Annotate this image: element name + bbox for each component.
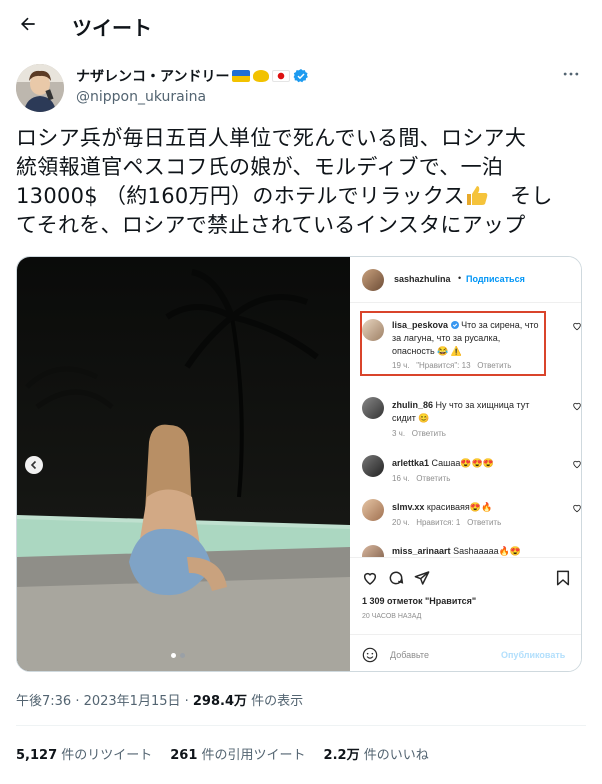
ig-comment-time: 20 ч. [392, 518, 410, 527]
ig-actions: 1 309 отметок "Нравится" 20 ЧАСОВ НАЗАД … [350, 557, 581, 671]
carousel-dots [171, 653, 185, 658]
ig-comment-likes[interactable]: "Нравится": 13 [416, 361, 470, 370]
heart-icon[interactable] [572, 401, 582, 411]
author-name-text: ナザレンコ・アンドリー [76, 69, 230, 85]
heart-icon[interactable] [572, 321, 582, 331]
retweet-count-value: 5,127 [16, 748, 58, 763]
ig-post-user[interactable]: sashazhulina [394, 274, 451, 284]
ig-comment-user[interactable]: slmv.xx [392, 502, 424, 512]
tweet-header: ツイート [0, 0, 602, 50]
tweet-line-text: そし [488, 184, 553, 208]
verified-badge-icon [294, 69, 309, 83]
thumbs-up-icon [466, 186, 488, 205]
heart-icon[interactable] [572, 503, 582, 513]
tweet-media[interactable]: sashazhulina • Подписаться lisa_peskova … [16, 256, 582, 672]
author-handle[interactable]: @nippon_ukuraina [76, 89, 206, 105]
tweet-line: 13000$ （約160万円）のホテルでリラックス そし [16, 182, 586, 211]
view-count: 298.4万 [192, 694, 248, 709]
heart-icon[interactable] [362, 570, 378, 586]
ig-comment-user[interactable]: miss_arinaart [392, 546, 451, 556]
share-icon[interactable] [414, 570, 430, 586]
carousel-dot [180, 653, 185, 658]
ig-comment-text: красиваяя😍🔥 [426, 502, 493, 512]
ig-comment-likes[interactable]: Нравится: 1 [416, 518, 460, 527]
back-arrow-icon[interactable] [16, 12, 40, 36]
ig-reply-button[interactable]: Ответить [416, 474, 450, 483]
ig-post-time: 20 ЧАСОВ НАЗАД [362, 613, 422, 620]
ig-add-comment: Добавьте Опубликовать [350, 634, 581, 671]
quote-count[interactable]: 261 件の引用ツイート [170, 744, 305, 763]
author-avatar[interactable] [16, 64, 64, 112]
page-title: ツイート [72, 16, 152, 40]
ig-comment-time: 3 ч. [392, 429, 406, 438]
ig-comment-body: miss_arinaart Sashaaaaa🔥😍 [392, 545, 552, 557]
ig-comment-time: 19 ч. [392, 361, 410, 370]
ig-comment-avatar[interactable] [362, 319, 384, 341]
emoji-icon[interactable] [362, 647, 378, 663]
like-count-value: 2.2万 [323, 748, 360, 763]
ig-comment-time: 16 ч. [392, 474, 410, 483]
ig-comment-avatar[interactable] [362, 545, 384, 557]
ig-comment: miss_arinaart Sashaaaaa🔥😍 [350, 543, 581, 557]
like-count-label: 件のいいね [359, 748, 429, 763]
japan-flag-icon [272, 70, 291, 82]
retweet-count-label: 件のリツイート [57, 748, 153, 763]
ig-comment-meta: 16 ч. Ответить [392, 474, 450, 483]
ig-comment-avatar[interactable] [362, 397, 384, 419]
tweet-text: ロシア兵が毎日五百人単位で死んでいる間、ロシア大 統領報道官ペスコフ氏の娘が、モ… [16, 124, 586, 240]
ig-separator: • [458, 273, 462, 283]
ig-reply-button[interactable]: Ответить [467, 518, 501, 527]
previous-photo-button[interactable] [25, 456, 43, 474]
ig-post-avatar[interactable] [362, 269, 384, 291]
instagram-panel: sashazhulina • Подписаться lisa_peskova … [350, 257, 582, 671]
ig-comment-user[interactable]: lisa_peskova [392, 320, 448, 330]
ig-comment-input[interactable]: Добавьте [390, 650, 429, 660]
like-count[interactable]: 2.2万 件のいいね [324, 744, 429, 763]
ig-comment-avatar[interactable] [362, 455, 384, 477]
quote-count-label: 件の引用ツイート [197, 748, 306, 763]
handshake-icon [253, 70, 270, 82]
ig-comment-meta: 19 ч. "Нравится": 13 Ответить [392, 361, 511, 370]
verified-badge-icon [450, 321, 459, 329]
ig-comment-meta: 20 ч. Нравится: 1 Ответить [392, 518, 501, 527]
more-options-icon[interactable] [561, 64, 585, 84]
carousel-dot [171, 653, 176, 658]
ig-likes-count[interactable]: 1 309 отметок "Нравится" [362, 596, 476, 606]
quote-count-value: 261 [170, 748, 198, 763]
ig-reply-button[interactable]: Ответить [477, 361, 511, 370]
ig-comment-user[interactable]: arlettka1 [392, 458, 429, 468]
ig-comment-body: slmv.xx красиваяя😍🔥 [392, 501, 542, 514]
tweet-time[interactable]: 午後7:36 · 2023年1月15日 · [16, 694, 193, 709]
ukraine-flag-icon [232, 70, 251, 82]
tweet-line: 統領報道官ペスコフ氏の娘が、モルディブで、一泊 [16, 155, 504, 179]
ig-post-header: sashazhulina • Подписаться [350, 257, 581, 303]
ig-post-button[interactable]: Опубликовать [501, 650, 565, 660]
retweet-count[interactable]: 5,127 件のリツイート [16, 744, 152, 763]
ig-follow-button[interactable]: Подписаться [466, 274, 525, 284]
ig-comment-user[interactable]: zhulin_86 [392, 400, 433, 410]
ig-comment-text: Сашаа😍😍😍 [431, 458, 495, 468]
tweet-line: てそれを、ロシアで禁止されているインスタにアップ [16, 213, 526, 237]
ig-comment-text: Sashaaaaa🔥😍 [453, 546, 522, 556]
ig-comment-body: arlettka1 Сашаа😍😍😍 [392, 457, 542, 470]
ig-comment-meta: 3 ч. Ответить [392, 429, 446, 438]
view-count-label: 件の表示 [247, 694, 304, 709]
instagram-photo[interactable] [17, 257, 350, 671]
comment-icon[interactable] [388, 570, 404, 586]
heart-icon[interactable] [572, 459, 582, 469]
divider [16, 725, 586, 726]
ig-comment-avatar[interactable] [362, 499, 384, 521]
ig-comment-body: zhulin_86 Ну что за хищница тут сидит 😊 [392, 399, 542, 425]
bookmark-icon[interactable] [556, 570, 570, 586]
tweet-timestamp: 午後7:36 · 2023年1月15日 · 298.4万 件の表示 [16, 690, 303, 709]
ig-reply-button[interactable]: Ответить [412, 429, 446, 438]
tweet-line-text: 13000$ （約160万円）のホテルでリラックス [16, 184, 465, 208]
author-name[interactable]: ナザレンコ・アンドリー [76, 66, 309, 86]
ig-comment-body: lisa_peskova Что за сирена, что за лагун… [392, 319, 540, 358]
tweet-stats: 5,127 件のリツイート 261 件の引用ツイート 2.2万 件のいいね [16, 744, 447, 763]
tweet-line: ロシア兵が毎日五百人単位で死んでいる間、ロシア大 [16, 126, 527, 150]
